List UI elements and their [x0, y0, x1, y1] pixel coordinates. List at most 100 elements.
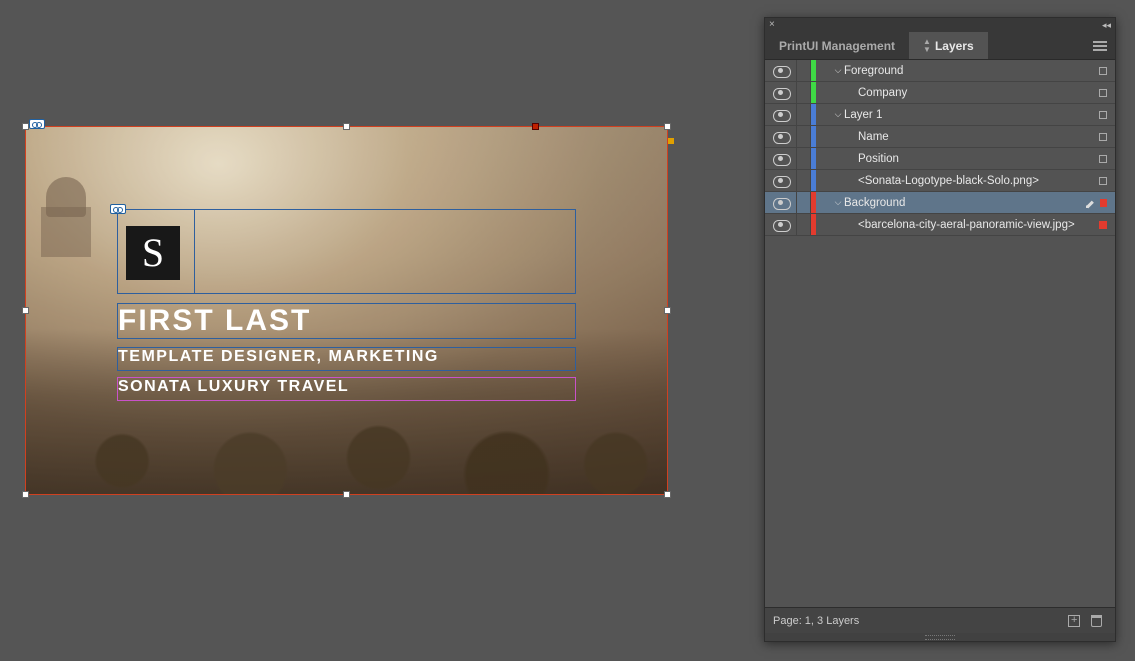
eye-icon: [773, 66, 789, 76]
layer-selection-box[interactable]: [1099, 133, 1107, 141]
disclosure-icon[interactable]: ⌵: [832, 65, 844, 76]
layer-label: Foreground: [844, 65, 903, 77]
tab-layers-label: Layers: [935, 39, 974, 53]
layer-selection-box[interactable]: [1100, 199, 1107, 207]
eye-icon: [773, 110, 789, 120]
visibility-toggle[interactable]: [765, 192, 797, 213]
tab-layers[interactable]: ▲▼ Layers: [909, 32, 988, 59]
selection-handle-w[interactable]: [22, 307, 29, 314]
visibility-toggle[interactable]: [765, 126, 797, 147]
layer-row-end: [1085, 133, 1115, 141]
visibility-toggle[interactable]: [765, 104, 797, 125]
eye-icon: [773, 132, 789, 142]
layer-row-content: ⌵Layer 1: [816, 104, 1085, 125]
link-badge-icon: [29, 119, 45, 129]
layer-row-content: ⌵Background: [816, 192, 1085, 213]
panel-close-icon[interactable]: ×: [769, 20, 779, 30]
background-image-detail: [41, 177, 91, 257]
panel-titlebar[interactable]: × ◂◂: [765, 18, 1115, 32]
layer-row-content: Name: [816, 126, 1085, 147]
layer-row[interactable]: <Sonata-Logotype-black-Solo.png>: [765, 170, 1115, 192]
visibility-toggle[interactable]: [765, 170, 797, 191]
selection-handle-ne[interactable]: [664, 123, 671, 130]
layer-row-end: [1085, 177, 1115, 185]
eye-icon: [773, 154, 789, 164]
layer-row[interactable]: ⌵Background: [765, 192, 1115, 214]
layer-row-end: [1085, 89, 1115, 97]
panel-menu-button[interactable]: [1085, 32, 1115, 59]
lock-cell[interactable]: [797, 104, 811, 125]
selection-handle-se[interactable]: [664, 491, 671, 498]
hamburger-icon: [1093, 41, 1107, 51]
layer-row-content: Position: [816, 148, 1085, 169]
selection-handle-sw[interactable]: [22, 491, 29, 498]
lock-cell[interactable]: [797, 214, 811, 235]
layer-selection-box[interactable]: [1099, 155, 1107, 163]
layer-row-end: [1085, 67, 1115, 75]
eye-icon: [773, 88, 789, 98]
selection-handle-top-ref[interactable]: [532, 123, 539, 130]
lock-cell[interactable]: [797, 148, 811, 169]
layer-row-end: [1085, 111, 1115, 119]
logo-frame[interactable]: S: [117, 209, 195, 294]
layer-selection-box[interactable]: [1099, 111, 1107, 119]
new-layer-icon: [1068, 615, 1080, 627]
footer-status: Page: 1, 3 Layers: [773, 615, 859, 627]
trash-icon: [1091, 615, 1102, 627]
layer-selection-box[interactable]: [1099, 67, 1107, 75]
lock-cell[interactable]: [797, 126, 811, 147]
layer-label: Layer 1: [844, 109, 882, 121]
layer-selection-box[interactable]: [1099, 221, 1107, 229]
layer-selection-box[interactable]: [1099, 177, 1107, 185]
logo-letter: S: [126, 226, 180, 280]
selection-handle-s[interactable]: [343, 491, 350, 498]
eye-icon: [773, 198, 789, 208]
visibility-toggle[interactable]: [765, 214, 797, 235]
document-canvas[interactable]: S FIRST LAST TEMPLATE DESIGNER, MARKETIN…: [26, 127, 667, 494]
name-text-frame[interactable]: FIRST LAST: [117, 303, 576, 339]
layer-selection-box[interactable]: [1099, 89, 1107, 97]
layer-row[interactable]: <barcelona-city-aeral-panoramic-view.jpg…: [765, 214, 1115, 236]
new-layer-button[interactable]: [1063, 608, 1085, 633]
layer-row[interactable]: Name: [765, 126, 1115, 148]
layer-label: Company: [858, 87, 907, 99]
delete-layer-button[interactable]: [1085, 608, 1107, 633]
lock-cell[interactable]: [797, 192, 811, 213]
link-badge-icon: [110, 204, 126, 214]
layer-label: Name: [858, 131, 889, 143]
layer-row[interactable]: Company: [765, 82, 1115, 104]
visibility-toggle[interactable]: [765, 82, 797, 103]
layers-panel: × ◂◂ PrintUI Management ▲▼ Layers ⌵Foreg…: [764, 17, 1116, 642]
panel-collapse-icon[interactable]: ◂◂: [1102, 20, 1111, 31]
disclosure-icon[interactable]: ⌵: [832, 109, 844, 120]
layer-row-content: Company: [816, 82, 1085, 103]
tab-printui-management[interactable]: PrintUI Management: [765, 32, 909, 59]
panel-tabs: PrintUI Management ▲▼ Layers: [765, 32, 1115, 60]
layer-row-content: <barcelona-city-aeral-panoramic-view.jpg…: [816, 214, 1085, 235]
layer-row[interactable]: Position: [765, 148, 1115, 170]
company-text-frame[interactable]: SONATA LUXURY TRAVEL: [117, 377, 576, 401]
layer-row-end: [1085, 197, 1115, 209]
pencil-icon: [1085, 197, 1094, 209]
selection-handle-nw[interactable]: [22, 123, 29, 130]
visibility-toggle[interactable]: [765, 60, 797, 81]
panel-resize-handle[interactable]: [765, 633, 1115, 641]
lock-cell[interactable]: [797, 60, 811, 81]
layer-label: <barcelona-city-aeral-panoramic-view.jpg…: [858, 219, 1075, 231]
lock-cell[interactable]: [797, 82, 811, 103]
lock-cell[interactable]: [797, 170, 811, 191]
panel-footer: Page: 1, 3 Layers: [765, 607, 1115, 633]
eye-icon: [773, 220, 789, 230]
disclosure-icon[interactable]: ⌵: [832, 197, 844, 208]
layer-row-content: <Sonata-Logotype-black-Solo.png>: [816, 170, 1085, 191]
selection-handle-n[interactable]: [343, 123, 350, 130]
layer-row[interactable]: ⌵Layer 1: [765, 104, 1115, 126]
selection-handle-e[interactable]: [664, 307, 671, 314]
layer-row-content: ⌵Foreground: [816, 60, 1085, 81]
position-text-frame[interactable]: TEMPLATE DESIGNER, MARKETING: [117, 347, 576, 371]
sort-icon: ▲▼: [923, 38, 931, 54]
layers-list[interactable]: ⌵ForegroundCompany⌵Layer 1NamePosition<S…: [765, 60, 1115, 607]
layer-row[interactable]: ⌵Foreground: [765, 60, 1115, 82]
eye-icon: [773, 176, 789, 186]
visibility-toggle[interactable]: [765, 148, 797, 169]
